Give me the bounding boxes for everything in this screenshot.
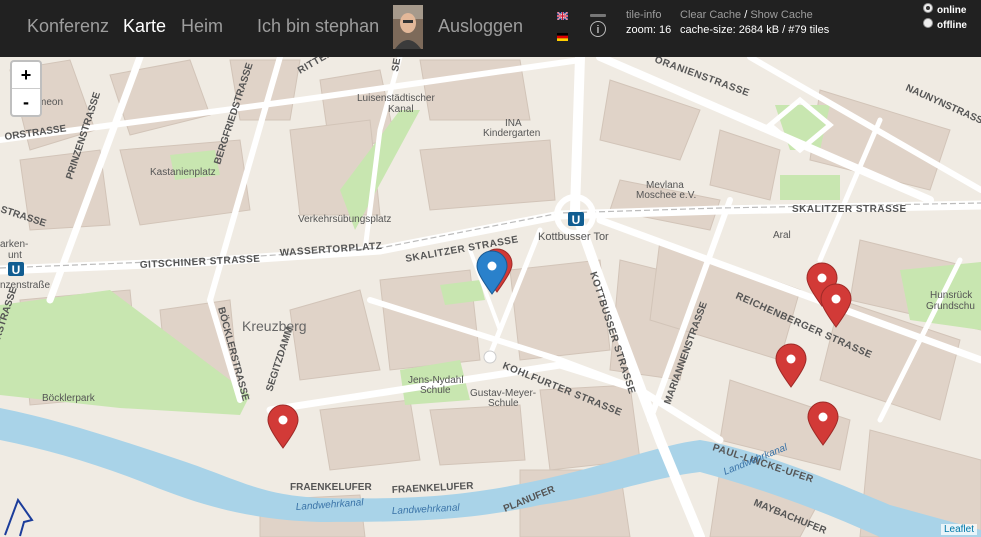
map-view[interactable]: U U RITTERSTRASSE Luisenstädtischer Kana… (0, 57, 981, 537)
nav-heim[interactable]: Heim (181, 16, 223, 37)
map-label: Schule (488, 398, 519, 409)
show-cache-link[interactable]: Show Cache (750, 9, 812, 21)
map-label: Moschee e.V. (636, 190, 696, 201)
zoom-control: + - (10, 60, 42, 117)
zoom-out-button[interactable]: - (12, 89, 40, 115)
nav-karte[interactable]: Karte (123, 16, 166, 37)
map-label: Verkehrsübungsplatz (298, 214, 391, 225)
map-label: Böcklerpark (42, 393, 96, 404)
map-label: Schule (420, 385, 451, 396)
map-tiles[interactable]: U U RITTERSTRASSE Luisenstädtischer Kana… (0, 57, 981, 537)
top-navbar: Konferenz Karte Heim Ich bin stephan Aus… (0, 0, 981, 57)
offline-radio[interactable] (923, 18, 933, 28)
ubahn-icon: U (8, 262, 24, 277)
english-flag-icon[interactable] (557, 12, 568, 20)
map-label: Kottbusser Tor (538, 231, 609, 243)
svg-text:U: U (572, 213, 581, 227)
map-label: Kastanienplatz (150, 167, 216, 178)
online-label: online (937, 5, 967, 16)
map-label: Luisenstädtischer (357, 93, 435, 104)
svg-text:U: U (12, 263, 21, 277)
nav-konferenz[interactable]: Konferenz (27, 16, 109, 37)
map-label: unt (8, 250, 22, 261)
map-label: Kanal (388, 104, 414, 115)
nav-user[interactable]: Ich bin stephan (257, 16, 379, 37)
tile-info-title: tile-info (626, 9, 662, 21)
ubahn-icon: U (568, 212, 584, 227)
map-label: FRAENKELUFER (290, 482, 372, 493)
avatar (393, 5, 423, 49)
map-label: Hunsrück (930, 290, 973, 301)
menu-bar-icon (590, 14, 606, 17)
map-label: Kreuzberg (242, 318, 307, 334)
nav-logout[interactable]: Ausloggen (438, 16, 523, 37)
clear-cache-link[interactable]: Clear Cache (680, 9, 741, 21)
cache-separator: / (744, 9, 748, 21)
map-label: Kindergarten (483, 128, 540, 139)
map-label: arken- (0, 239, 28, 250)
zoom-in-button[interactable]: + (12, 62, 40, 89)
online-radio[interactable] (923, 3, 933, 13)
cache-size: cache-size: 2684 kB / #79 tiles (680, 24, 830, 36)
cache-actions: Clear Cache / Show Cache (680, 9, 813, 21)
zoom-level: zoom: 16 (626, 24, 672, 36)
map-label: SKALITZER STRASSE (792, 204, 907, 215)
offline-label: offline (937, 20, 967, 31)
info-icon[interactable]: i (590, 21, 606, 37)
map-label: Aral (773, 230, 791, 241)
map-label: SE (390, 57, 403, 72)
german-flag-icon[interactable] (557, 33, 568, 41)
map-label: Grundschu (926, 301, 975, 312)
leaflet-attribution[interactable]: Leaflet (940, 524, 977, 535)
